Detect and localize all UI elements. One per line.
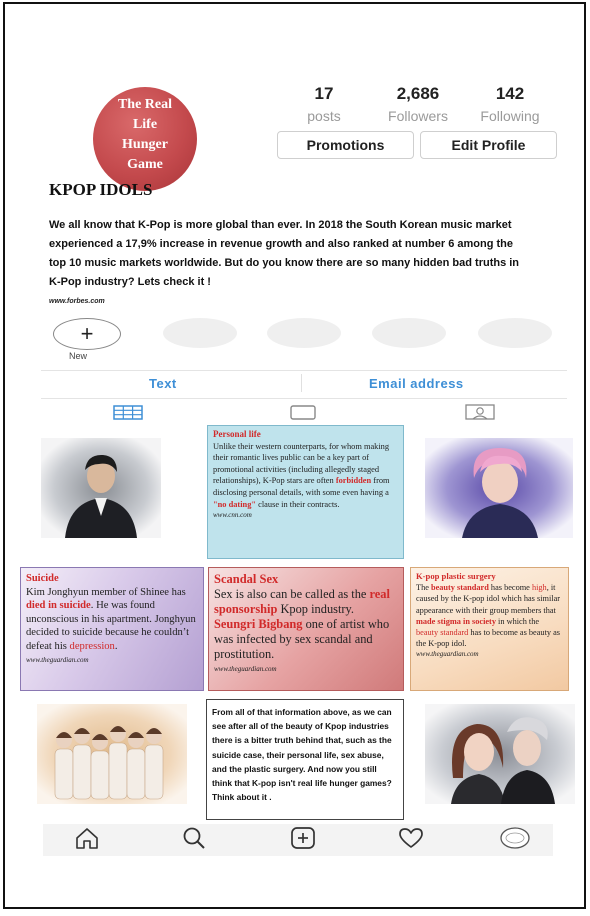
- followers-stat[interactable]: 2,686 Followers: [373, 84, 463, 126]
- tv-icon[interactable]: [290, 405, 316, 425]
- followers-count: 2,686: [396, 84, 440, 103]
- following-stat[interactable]: 142 Following: [465, 84, 555, 126]
- personal-life-source: www.cnn.com: [213, 511, 252, 520]
- plastic-surgery-tile[interactable]: K-pop plastic surgery The beauty standar…: [410, 567, 569, 691]
- scandal-source: www.theguardian.com: [214, 665, 277, 673]
- personal-life-tile[interactable]: Personal life Unlike their western count…: [207, 425, 404, 559]
- profile-name: KPOP IDOLS: [49, 180, 153, 199]
- idol-photo-jonghyun[interactable]: [425, 438, 573, 538]
- avatar-text-line: Game: [127, 157, 163, 172]
- add-post-icon[interactable]: [289, 826, 317, 855]
- followers-label: Followers: [388, 108, 448, 124]
- email-contact-button[interactable]: Email address: [369, 376, 464, 391]
- highlight-placeholder[interactable]: [478, 318, 552, 348]
- person-silhouette-icon: [65, 454, 137, 538]
- personal-life-title: Personal life: [213, 429, 261, 439]
- edit-profile-button[interactable]: Edit Profile: [420, 131, 557, 159]
- suicide-tile[interactable]: Suicide Kim Jonghyun member of Shinee ha…: [20, 567, 204, 691]
- scandal-text: Sex is also can be called as the real sp…: [214, 587, 390, 661]
- scandal-tile[interactable]: Scandal Sex Sex is also can be called as…: [208, 567, 404, 691]
- tagged-icon[interactable]: [465, 404, 495, 425]
- highlight-placeholder[interactable]: [267, 318, 341, 348]
- new-highlight-button[interactable]: +: [53, 318, 121, 350]
- suicide-title: Suicide: [26, 573, 59, 584]
- suicide-text: Kim Jonghyun member of Shinee has died i…: [26, 586, 196, 652]
- divider: [41, 398, 567, 399]
- text-contact-button[interactable]: Text: [149, 376, 177, 391]
- following-count: 142: [495, 84, 525, 103]
- person-silhouette-icon: [462, 448, 538, 538]
- bio-text: We all know that K-Pop is more global th…: [49, 219, 520, 288]
- avatar-text-line: Hunger: [122, 137, 168, 152]
- highlight-placeholder[interactable]: [163, 318, 237, 348]
- divider: [301, 374, 302, 392]
- new-highlight-label: New: [69, 351, 88, 361]
- profile-bio: We all know that K-Pop is more global th…: [49, 216, 529, 311]
- promotions-button[interactable]: Promotions: [277, 131, 414, 159]
- plus-icon: +: [80, 321, 94, 346]
- following-label: Following: [480, 108, 540, 124]
- profile-avatar[interactable]: The Real Life Hunger Game: [93, 87, 197, 191]
- idol-photo-seungri[interactable]: [41, 438, 161, 538]
- plastic-surgery-title: K-pop plastic surgery: [416, 571, 496, 581]
- posts-count: 17: [314, 84, 334, 103]
- instagram-profile-mockup: The Real Life Hunger Game 17 posts 2,686…: [3, 2, 586, 909]
- grid-icon[interactable]: [113, 405, 143, 425]
- posts-stat[interactable]: 17 posts: [279, 84, 369, 126]
- plastic-surgery-source: www.theguardian.com: [416, 650, 479, 659]
- highlight-placeholder[interactable]: [372, 318, 446, 348]
- group-photo-boyband[interactable]: [37, 704, 187, 804]
- personal-life-text: Unlike their western counterparts, for w…: [213, 441, 390, 509]
- search-icon[interactable]: [181, 826, 207, 855]
- conclusion-text: From all of that information above, as w…: [212, 707, 392, 803]
- heart-icon[interactable]: [397, 827, 425, 854]
- posts-label: posts: [307, 108, 341, 124]
- suicide-source: www.theguardian.com: [26, 655, 89, 664]
- idol-photo-couple[interactable]: [425, 704, 575, 804]
- scandal-title: Scandal Sex: [214, 572, 279, 586]
- conclusion-tile[interactable]: From all of that information above, as w…: [206, 699, 404, 820]
- bio-source: www.forbes.com: [49, 298, 105, 305]
- home-icon[interactable]: [74, 826, 100, 855]
- avatar-text-line: Life: [132, 117, 158, 132]
- plastic-surgery-text: The beauty standard has become high, it …: [416, 583, 561, 649]
- group-silhouette-icon: [54, 726, 164, 800]
- avatar-text-line: The Real: [117, 97, 173, 112]
- divider: [41, 370, 567, 371]
- couple-silhouette-icon: [451, 717, 555, 804]
- profile-icon[interactable]: [498, 826, 532, 855]
